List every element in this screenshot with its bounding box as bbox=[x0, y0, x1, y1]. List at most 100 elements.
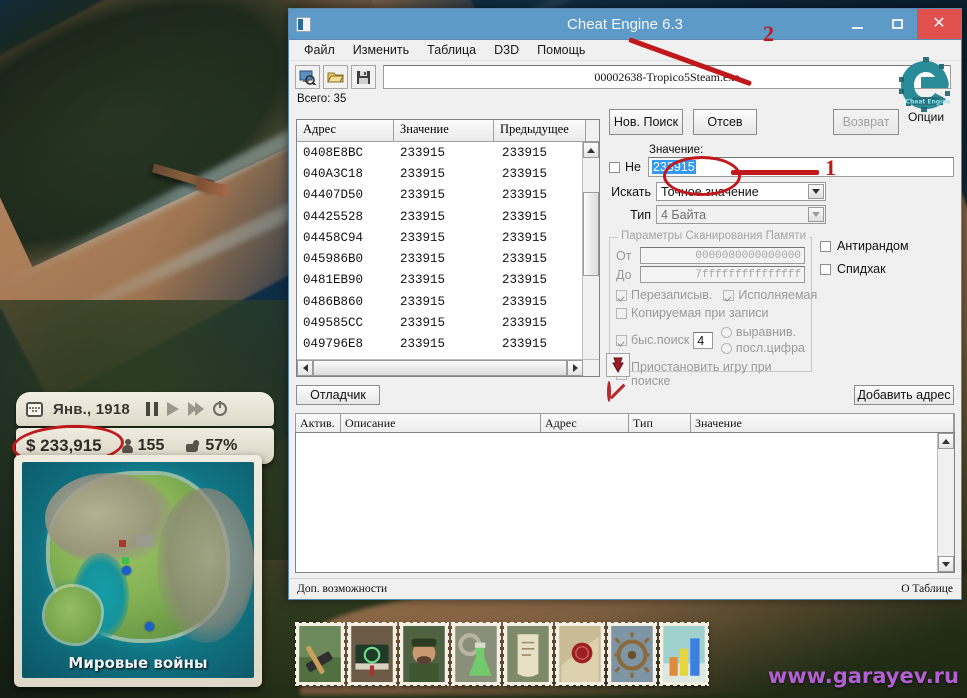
next-scan-button[interactable]: Отсев bbox=[693, 109, 757, 135]
hex-checkbox[interactable] bbox=[609, 161, 620, 173]
results-row[interactable]: 04458C94 233915 233915 bbox=[297, 227, 599, 248]
fastscan-checkbox[interactable] bbox=[616, 334, 627, 346]
research-flask-icon[interactable] bbox=[451, 622, 501, 686]
results-horizontal-scrollbar[interactable] bbox=[297, 359, 599, 376]
scroll-up-button[interactable] bbox=[583, 142, 599, 158]
lastdigit-label: посл.цифра bbox=[735, 341, 805, 355]
results-row[interactable]: 045986B0 233915 233915 bbox=[297, 248, 599, 269]
results-cell-value: 233915 bbox=[400, 209, 446, 224]
save-disk-icon[interactable] bbox=[351, 65, 376, 89]
seal-stamp-icon[interactable] bbox=[555, 622, 605, 686]
results-cell-address: 049585CC bbox=[303, 316, 364, 331]
play-icon[interactable] bbox=[166, 402, 179, 416]
minimap-panel[interactable]: Мировые войны bbox=[14, 455, 262, 687]
game-speed-controls[interactable] bbox=[145, 401, 227, 416]
results-header-row: Адрес Значение Предыдущее bbox=[297, 120, 599, 142]
results-row[interactable]: 0408E8BC 233915 233915 bbox=[297, 142, 599, 163]
scan-value-input[interactable]: 233915 bbox=[647, 157, 954, 177]
speedhack-checkbox[interactable] bbox=[820, 263, 831, 275]
menu-item-d3d[interactable]: D3D bbox=[485, 41, 528, 59]
executable-checkbox[interactable] bbox=[723, 289, 735, 301]
results-cell-value: 233915 bbox=[400, 145, 446, 160]
lastdigit-radio[interactable] bbox=[720, 342, 732, 354]
finance-chart-icon[interactable] bbox=[659, 622, 709, 686]
address-column-address[interactable]: Адрес bbox=[541, 414, 629, 432]
value-type-select[interactable]: 4 Байта bbox=[656, 205, 826, 224]
construction-hammer-icon[interactable] bbox=[295, 622, 345, 686]
results-vertical-scrollbar[interactable] bbox=[582, 142, 599, 376]
edicts-book-icon[interactable] bbox=[347, 622, 397, 686]
align-radio[interactable] bbox=[720, 326, 732, 338]
open-folder-icon[interactable] bbox=[323, 65, 348, 89]
menu-item-table[interactable]: Таблица bbox=[418, 41, 485, 59]
copyonwrite-checkbox[interactable] bbox=[616, 307, 627, 319]
results-row[interactable]: 04407D50 233915 233915 bbox=[297, 185, 599, 206]
hscroll-thumb[interactable] bbox=[313, 360, 567, 376]
results-row[interactable]: 0486B860 233915 233915 bbox=[297, 291, 599, 312]
address-table-scrollbar[interactable] bbox=[937, 433, 954, 572]
search-type-select[interactable]: Точное значение bbox=[656, 182, 826, 201]
address-column-type[interactable]: Тип bbox=[629, 414, 691, 432]
scan-results-list[interactable]: Адрес Значение Предыдущее 0408E8BC 233915… bbox=[296, 119, 600, 377]
scroll-thumb[interactable] bbox=[583, 192, 599, 276]
results-row[interactable]: 049796E8 233915 233915 bbox=[297, 334, 599, 355]
stop-scan-button[interactable] bbox=[607, 381, 611, 402]
antirandom-checkbox[interactable] bbox=[820, 240, 831, 252]
results-row[interactable]: 040A3C18 233915 233915 bbox=[297, 163, 599, 184]
almanac-scroll-icon[interactable] bbox=[503, 622, 553, 686]
avatar-portrait-icon[interactable] bbox=[399, 622, 449, 686]
power-icon[interactable] bbox=[212, 401, 227, 416]
minimap-building-marker bbox=[119, 539, 127, 547]
results-cell-value: 233915 bbox=[400, 230, 446, 245]
main-toolbar: 00002638-Tropico5Steam.exe Cheat Engine … bbox=[289, 57, 961, 124]
executable-label: Исполняемая bbox=[738, 288, 818, 302]
menu-item-file[interactable]: Файл bbox=[295, 41, 344, 59]
new-scan-button[interactable]: Нов. Поиск bbox=[609, 109, 683, 135]
minimap-canvas[interactable]: Мировые войны bbox=[22, 462, 254, 678]
chevron-right-icon bbox=[572, 364, 578, 372]
results-column-value[interactable]: Значение bbox=[394, 120, 494, 141]
fast-forward-icon[interactable] bbox=[187, 402, 204, 416]
scroll-right-button[interactable] bbox=[567, 360, 583, 376]
calendar-icon bbox=[26, 401, 43, 417]
add-address-button[interactable]: Добавить адрес bbox=[854, 385, 954, 405]
address-column-description[interactable]: Описание bbox=[341, 414, 541, 432]
results-column-address[interactable]: Адрес bbox=[297, 120, 394, 141]
fastscan-value-input[interactable]: 4 bbox=[693, 331, 713, 349]
chevron-down-icon[interactable] bbox=[808, 184, 824, 199]
red-arrow-down-icon[interactable] bbox=[606, 353, 630, 377]
process-name-field[interactable]: 00002638-Tropico5Steam.exe bbox=[383, 65, 951, 89]
results-row[interactable]: 04425528 233915 233915 bbox=[297, 206, 599, 227]
status-about-table[interactable]: О Таблице bbox=[901, 583, 953, 595]
results-cell-address: 049796E8 bbox=[303, 337, 364, 352]
from-address-input[interactable]: 0000000000000000 bbox=[640, 247, 805, 264]
menu-item-edit[interactable]: Изменить bbox=[344, 41, 418, 59]
pause-icon[interactable] bbox=[145, 402, 158, 416]
chevron-down-icon[interactable] bbox=[808, 207, 824, 222]
game-stamp-toolbar[interactable] bbox=[295, 622, 709, 686]
results-cell-address: 0481EB90 bbox=[303, 273, 364, 288]
to-address-input[interactable]: 7fffffffffffffff bbox=[640, 266, 805, 283]
debugger-button[interactable]: Отладчик bbox=[296, 385, 380, 405]
process-select-icon[interactable] bbox=[295, 65, 320, 89]
address-table-body[interactable] bbox=[295, 432, 955, 573]
results-cell-value: 233915 bbox=[400, 188, 446, 203]
thumbs-up-icon bbox=[184, 440, 200, 453]
antirandom-label: Антирандом bbox=[837, 239, 909, 253]
scroll-down-button[interactable] bbox=[938, 556, 954, 572]
minimap-dock-marker bbox=[121, 565, 131, 575]
writable-checkbox[interactable] bbox=[616, 289, 627, 301]
results-column-previous[interactable]: Предыдущее bbox=[494, 120, 586, 141]
menu-item-help[interactable]: Помощь bbox=[528, 41, 594, 59]
address-column-active[interactable]: Актив. bbox=[296, 414, 341, 432]
address-table[interactable]: Актив. Описание Адрес Тип Значение bbox=[295, 413, 955, 573]
ce-gear-icon: Cheat Engine bbox=[899, 57, 950, 112]
status-extra-options[interactable]: Доп. возможности bbox=[297, 583, 387, 595]
scroll-up-button[interactable] bbox=[938, 433, 954, 449]
results-row[interactable]: 049585CC 233915 233915 bbox=[297, 312, 599, 333]
address-column-value[interactable]: Значение bbox=[691, 414, 954, 432]
trade-wheel-icon[interactable] bbox=[607, 622, 657, 686]
results-body[interactable]: 0408E8BC 233915 233915 040A3C18 233915 233915… bbox=[297, 142, 599, 376]
results-row[interactable]: 0481EB90 233915 233915 bbox=[297, 270, 599, 291]
scroll-left-button[interactable] bbox=[297, 360, 313, 376]
